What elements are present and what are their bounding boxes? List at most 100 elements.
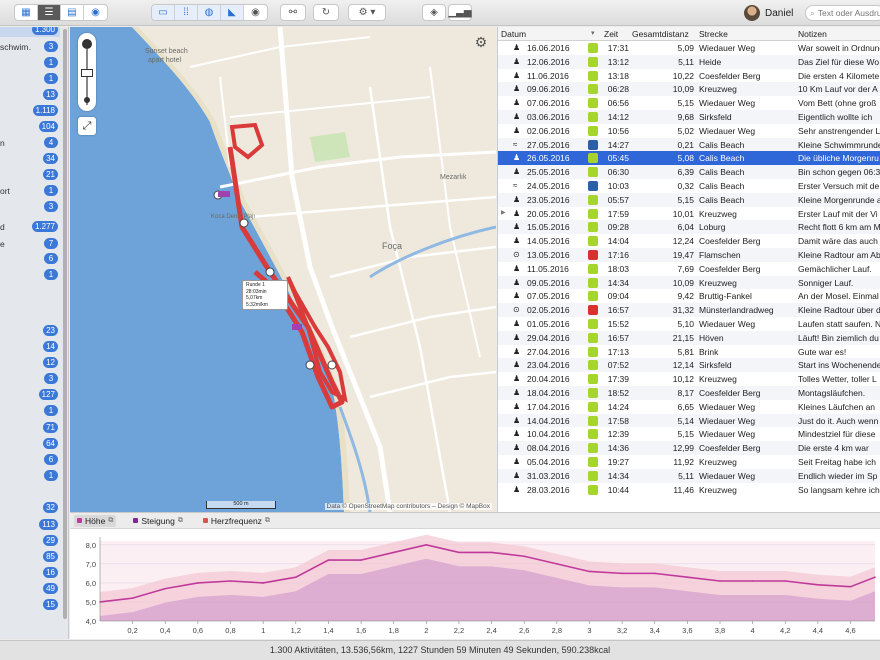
km-marker-icon[interactable] <box>239 218 249 228</box>
table-row[interactable]: ♟ 05.04.2016 19:27 11,92 Kreuzweg Seit Freita… <box>498 455 880 469</box>
zoom-out-icon[interactable] <box>84 97 90 103</box>
table-row[interactable]: ♟ 26.05.2016 05:45 5,08 Calis Beach Die üblic… <box>498 151 880 166</box>
table-row[interactable]: ♟ 29.04.2016 16:57 21,15 Höven Läuft! Bin zie… <box>498 330 880 345</box>
zoom-in-icon[interactable] <box>82 39 92 49</box>
table-row[interactable]: ♟ 02.06.2016 10:56 5,02 Wiedauer Weg Sehr ans… <box>498 124 880 138</box>
table-row[interactable]: ♟ 23.05.2016 05:57 5,15 Calis Beach Kleine Mo… <box>498 192 880 207</box>
sidebar-item[interactable]: 15 <box>0 597 60 612</box>
table-row[interactable]: ♟ 18.04.2016 18:52 8,17 Coesfelder Berg Monta… <box>498 386 880 400</box>
table-row[interactable]: ♟ 28.03.2016 10:44 11,46 Kreuzweg So langsam … <box>498 483 880 497</box>
sidebar-item[interactable]: 13 <box>0 87 60 102</box>
table-row[interactable]: ♟ 07.05.2016 09:04 9,42 Bruttig-Fankel An der… <box>498 289 880 303</box>
search-field[interactable]: ⌕ <box>805 5 880 21</box>
table-row[interactable]: ♟ 25.05.2016 06:30 6,39 Calis Beach Bin schon… <box>498 165 880 179</box>
table-row[interactable]: ♟ 11.05.2016 18:03 7,69 Coesfelder Berg Gemäc… <box>498 262 880 276</box>
sidebar-item[interactable]: e7 <box>0 236 60 251</box>
column-header-date[interactable]: Datum <box>501 29 526 39</box>
table-row[interactable]: ♟ 27.04.2016 17:13 5,81 Brink Gute war es! <box>498 345 880 359</box>
sidebar-item[interactable]: ort 1 <box>0 183 60 198</box>
sidebar-item[interactable]: 113 <box>0 517 60 532</box>
table-row[interactable]: ♟ 01.05.2016 15:52 5,10 Wiedauer Weg Laufen s… <box>498 317 880 331</box>
column-header-time[interactable]: Zeit <box>604 29 618 39</box>
table-row[interactable]: ♟ 14.04.2016 17:58 5,14 Wiedauer Weg Just do … <box>498 413 880 428</box>
sidebar-scroll-thumb[interactable] <box>63 29 67 619</box>
sort-chevron-down-icon[interactable]: ▾ <box>591 29 595 37</box>
table-row[interactable]: ♟ 08.04.2016 14:36 12,99 Coesfelder Berg Die … <box>498 441 880 455</box>
sidebar-item[interactable]: 1 <box>0 267 60 282</box>
sidebar-item[interactable]: schwim… 3 <box>0 39 60 54</box>
km-marker-icon[interactable] <box>265 267 275 277</box>
sidebar-item[interactable]: 34 <box>0 151 60 166</box>
sidebar-item[interactable]: 64 <box>0 436 60 451</box>
fullscreen-icon[interactable]: ⤢ <box>78 117 96 135</box>
map-view[interactable]: Sunset beach apart hotel Foça Mezarlık K… <box>70 27 496 512</box>
column-header-route[interactable]: Strecke <box>699 29 728 39</box>
table-row[interactable]: ♟ 11.06.2016 13:18 10,22 Coesfelder Berg Die … <box>498 69 880 83</box>
ring-view-icon[interactable]: ◉ <box>84 5 107 20</box>
chart-toggle-icon[interactable]: ◣ <box>221 5 244 20</box>
table-row[interactable]: ♟ 20.04.2016 17:39 10,12 Kreuzweg Tolles Wett… <box>498 372 880 386</box>
sidebar-item[interactable]: 21 <box>0 167 60 182</box>
table-view-icon[interactable]: ▤ <box>61 5 84 20</box>
table-row[interactable]: ♟ 14.05.2016 14:04 12,24 Coesfelder Berg Dami… <box>498 234 880 248</box>
table-row[interactable]: ♟ 31.03.2016 14:34 5,11 Wiedauer Weg Endlich … <box>498 468 880 483</box>
inspector-icon[interactable]: ◈ <box>422 4 446 21</box>
column-header-distance[interactable]: Gesamtdistanz <box>632 29 689 39</box>
sidebar-item[interactable]: 6 <box>0 452 60 467</box>
table-row[interactable]: ♟ 03.06.2016 14:12 9,68 Sirksfeld Eigentlich … <box>498 110 880 124</box>
table-row[interactable]: ♟ 09.06.2016 06:28 10,09 Kreuzweg 10 Km Lauf … <box>498 82 880 97</box>
sidebar-item[interactable]: 1 <box>0 71 60 86</box>
table-row[interactable]: ♟ 15.05.2016 09:28 6,04 Loburg Recht flott 6 … <box>498 220 880 235</box>
legend-item[interactable]: Herzfrequenz ⧉ <box>200 515 273 527</box>
table-row[interactable]: ⊙ 02.05.2016 16:57 31,32 Münsterlandradweg Kl… <box>498 303 880 317</box>
sidebar-item[interactable]: d 1.277 <box>0 219 60 234</box>
sidebar-item[interactable]: 104 <box>0 119 60 134</box>
km-marker-icon[interactable] <box>305 360 315 370</box>
elevation-chart[interactable]: 8,0 7,0 6,0 5,0 4,0 0,2 0,4 0,6 0,8 1 1,2 1,4 1,6 1,8… <box>70 529 880 639</box>
refresh-icon[interactable]: ↻ <box>313 4 339 21</box>
sidebar-item[interactable]: 1.300 <box>0 27 60 37</box>
table-row[interactable]: ≈27.05.2016 14:27 0,21 Calis Beach Kleine Sc… <box>498 137 880 152</box>
table-row[interactable]: ⊙ 13.05.2016 17:16 19,47 Flamschen Kleine Rad… <box>498 248 880 262</box>
sidebar-item[interactable]: 85 <box>0 549 60 564</box>
sidebar-item[interactable]: 23 <box>0 323 60 338</box>
table-row[interactable]: ≈24.05.2016 10:03 0,32 Calis Beach Erster Ve… <box>498 179 880 193</box>
route-icon[interactable]: ⚯ <box>280 4 306 21</box>
legend-item[interactable]: Höhe ⧉ <box>74 514 117 527</box>
sidebar-item[interactable]: 1 <box>0 403 60 418</box>
grid-view-icon[interactable]: ▦ <box>15 5 38 20</box>
sidebar-item[interactable]: 16 <box>0 565 60 580</box>
expand-arrow-icon[interactable]: ▶ <box>501 209 509 216</box>
legend-detach-icon[interactable]: ⧉ <box>265 517 270 525</box>
zoom-control[interactable] <box>78 33 96 111</box>
sidebar-item[interactable]: 3 <box>0 371 60 386</box>
table-row[interactable]: ♟ 07.06.2016 06:56 5,15 Wiedauer Weg Vom Bett… <box>498 96 880 110</box>
sidebar-item[interactable]: 3 <box>0 199 60 214</box>
search-input[interactable] <box>817 8 880 18</box>
globe-toggle-icon[interactable]: ◍ <box>198 5 221 20</box>
eye-toggle-icon[interactable]: ◉ <box>244 5 267 20</box>
gear-menu-icon[interactable]: ⚙ ▾ <box>348 4 386 21</box>
sidebar-item[interactable]: 29 <box>0 533 60 548</box>
sidebar-item[interactable]: 49 <box>0 581 60 596</box>
legend-detach-icon[interactable]: ⧉ <box>108 517 113 525</box>
table-row[interactable]: ♟ 10.04.2016 12:39 5,15 Wiedauer Weg Mindestz… <box>498 427 880 441</box>
legend-item[interactable]: Steigung ⧉ <box>130 515 186 527</box>
sidebar-item[interactable]: 127 <box>0 387 60 402</box>
start-flag-icon[interactable] <box>218 191 230 197</box>
sidebar-item[interactable]: 12 <box>0 355 60 370</box>
sidebar-item[interactable]: n4 <box>0 135 60 150</box>
table-row[interactable]: ♟ 12.06.2016 13:12 5,11 Heide Das Ziel für di… <box>498 54 880 69</box>
lap-flag-icon[interactable] <box>292 324 302 330</box>
table-row[interactable]: ♟ 17.04.2016 14:24 6,65 Wiedauer Weg Kleines … <box>498 400 880 414</box>
sidebar-item[interactable]: 71 <box>0 420 60 435</box>
map-settings-gear-icon[interactable]: ⚙ <box>472 33 490 51</box>
table-row[interactable]: ♟ 23.04.2016 07:52 12,14 Sirksfeld Start ins … <box>498 358 880 373</box>
sidebar-item[interactable]: 1 <box>0 55 60 70</box>
list-view-icon[interactable]: ☰ <box>38 5 61 20</box>
legend-detach-icon[interactable]: ⧉ <box>178 517 183 525</box>
column-header-notes[interactable]: Notizen <box>798 29 827 39</box>
sidebar-item[interactable]: 6 <box>0 251 60 266</box>
table-row[interactable]: ▶ ♟ 20.05.2016 17:59 10,01 Kreuzweg Erster Lau… <box>498 207 880 221</box>
km-marker-icon[interactable] <box>327 360 337 370</box>
